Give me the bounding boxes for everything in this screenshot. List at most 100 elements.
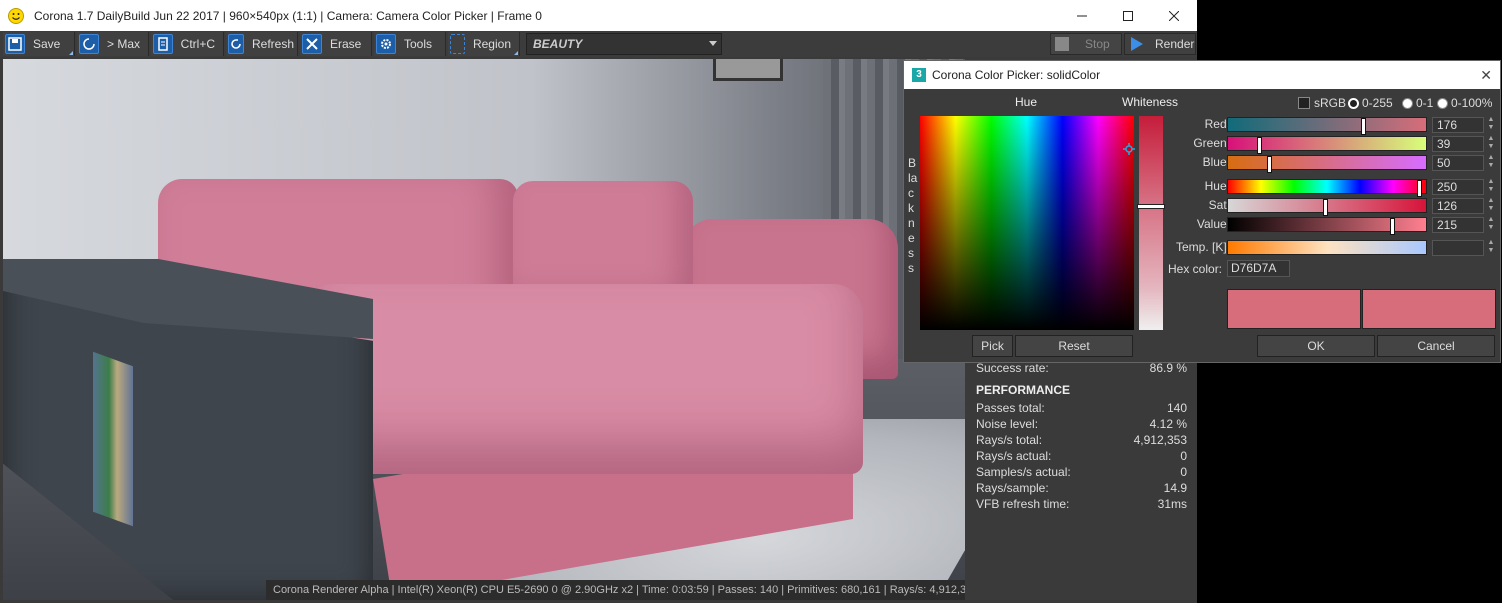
hue-label: Hue <box>1015 95 1038 109</box>
mode-label: 0-1 <box>1416 96 1434 110</box>
sat-input[interactable]: 126 <box>1432 198 1484 214</box>
red-slider-row: Red: 176 ▲ ▼ <box>1162 116 1498 135</box>
blue-input[interactable]: 50 <box>1432 155 1484 171</box>
red-slider-thumb[interactable] <box>1361 118 1367 135</box>
blue-label: Blue: <box>1202 155 1230 169</box>
copy-icon <box>153 34 173 54</box>
temp-spinner-icon[interactable]: ▲ ▼ <box>1487 239 1495 256</box>
whiteness-marker[interactable] <box>1137 204 1165 209</box>
sat-spinner-icon[interactable]: ▲ ▼ <box>1487 197 1495 214</box>
sat-slider-thumb[interactable] <box>1322 199 1328 216</box>
render-viewport[interactable] <box>3 59 965 600</box>
hex-label: Hex color: <box>1168 262 1223 276</box>
corona-app-icon: 3 <box>912 68 926 82</box>
pick-button[interactable]: Pick <box>972 335 1013 357</box>
hue-slider[interactable] <box>1227 179 1427 197</box>
red-input[interactable]: 176 <box>1432 117 1484 133</box>
green-spinner-icon[interactable]: ▲ ▼ <box>1487 135 1495 152</box>
picker-titlebar[interactable]: 3 Corona Color Picker: solidColor ✕ <box>904 61 1500 89</box>
srgb-check[interactable] <box>1298 97 1310 109</box>
cancel-button[interactable]: Cancel <box>1377 335 1495 357</box>
tools-button[interactable]: Tools <box>374 32 446 56</box>
dropdown-corner-icon <box>69 51 73 55</box>
stat-row: Rays/s total: 4,912,353 <box>976 432 1187 448</box>
value-slider[interactable] <box>1227 217 1427 235</box>
minimize-button[interactable] <box>1059 0 1105 31</box>
whiteness-label: Whiteness <box>1122 95 1179 109</box>
whiteness-strip[interactable] <box>1139 116 1163 330</box>
radio-selected-icon[interactable] <box>1348 97 1359 109</box>
stat-value: 0 <box>1180 449 1187 463</box>
play-icon <box>1131 37 1143 51</box>
erase-label: Erase <box>330 37 362 51</box>
erase-button[interactable]: Erase <box>300 32 372 56</box>
new-color-swatch <box>1227 289 1361 329</box>
green-input[interactable]: 39 <box>1432 136 1484 152</box>
reset-button[interactable]: Reset <box>1015 335 1133 357</box>
value-input[interactable]: 215 <box>1432 217 1484 233</box>
green-label: Green: <box>1193 136 1230 150</box>
hue-spinner-icon[interactable]: ▲ ▼ <box>1487 178 1495 195</box>
mode-radio-0-1[interactable]: 0-1 <box>1402 96 1433 110</box>
hue-slider-row: Hue: 250 ▲ ▼ <box>1162 178 1498 197</box>
green-slider[interactable] <box>1227 136 1427 154</box>
region-button[interactable]: Region <box>448 32 520 56</box>
tools-label: Tools <box>404 37 433 51</box>
save-icon <box>5 34 25 54</box>
stat-row: Rays/sample: 14.9 <box>976 480 1187 496</box>
close-button[interactable] <box>1151 0 1197 31</box>
stat-row: Passes total: 140 <box>976 400 1187 416</box>
hue-input[interactable]: 250 <box>1432 179 1484 195</box>
green-slider-thumb[interactable] <box>1256 137 1262 154</box>
stat-row: Samples/s actual: 0 <box>976 464 1187 480</box>
performance-header: PERFORMANCE <box>976 383 1071 397</box>
temp-input[interactable] <box>1432 240 1484 256</box>
send-to-max-button[interactable]: > Max <box>77 32 149 56</box>
copy-button[interactable]: Ctrl+C <box>151 32 224 56</box>
temp-slider[interactable] <box>1227 240 1427 255</box>
temp-label: Temp. [K]: <box>1175 240 1230 254</box>
region-label: Region <box>472 37 511 51</box>
refresh-button[interactable]: Refresh <box>226 32 298 56</box>
hex-input[interactable]: D76D7A <box>1227 260 1290 277</box>
stat-label: Passes total: <box>976 401 1045 415</box>
maximize-button[interactable] <box>1105 0 1151 31</box>
stat-label: Rays/sample: <box>976 481 1049 495</box>
value-slider-row: Value: 215 ▲ ▼ <box>1162 216 1498 235</box>
render-books <box>93 351 133 527</box>
srgb-checkbox[interactable]: sRGB <box>1298 96 1346 110</box>
max-label: > Max <box>107 37 141 51</box>
stat-value: 4,912,353 <box>1133 433 1187 447</box>
blue-slider[interactable] <box>1227 155 1427 173</box>
red-spinner-icon[interactable]: ▲ ▼ <box>1487 116 1495 133</box>
stat-label: Rays/s actual: <box>976 449 1052 463</box>
crosshair-icon[interactable] <box>1123 143 1135 155</box>
stat-label: Noise level: <box>976 417 1039 431</box>
radio-icon[interactable] <box>1402 97 1413 109</box>
render-pass-select[interactable]: BEAUTY <box>526 33 722 55</box>
vfb-titlebar[interactable]: Corona 1.7 DailyBuild Jun 22 2017 | 960×… <box>0 0 1197 31</box>
save-button[interactable]: Save <box>3 32 75 56</box>
stop-button[interactable]: Stop <box>1050 33 1122 55</box>
render-picture-frame <box>713 59 783 81</box>
red-slider[interactable] <box>1227 117 1427 135</box>
mode-radio-0-100[interactable]: 0-100% <box>1437 96 1492 110</box>
render-pass-value: BEAUTY <box>533 37 583 51</box>
save-label: Save <box>33 37 61 51</box>
close-icon[interactable]: ✕ <box>1480 67 1492 84</box>
value-spinner-icon[interactable]: ▲ ▼ <box>1487 216 1495 233</box>
blue-spinner-icon[interactable]: ▲ ▼ <box>1487 154 1495 171</box>
sat-slider[interactable] <box>1227 198 1427 216</box>
radio-icon[interactable] <box>1437 97 1448 109</box>
blue-slider-thumb[interactable] <box>1266 156 1272 173</box>
ok-button[interactable]: OK <box>1257 335 1375 357</box>
stat-value: 4.12 % <box>1149 417 1187 431</box>
hue-blackness-field[interactable] <box>920 116 1134 330</box>
region-icon <box>450 34 465 54</box>
refresh-label: Refresh <box>252 37 295 51</box>
value-slider-thumb[interactable] <box>1390 218 1396 235</box>
hue-slider-thumb[interactable] <box>1417 180 1423 197</box>
render-button[interactable]: Render <box>1124 33 1196 55</box>
mode-radio-0-255[interactable]: 0-255 <box>1348 96 1393 110</box>
stat-row: Noise level: 4.12 % <box>976 416 1187 432</box>
